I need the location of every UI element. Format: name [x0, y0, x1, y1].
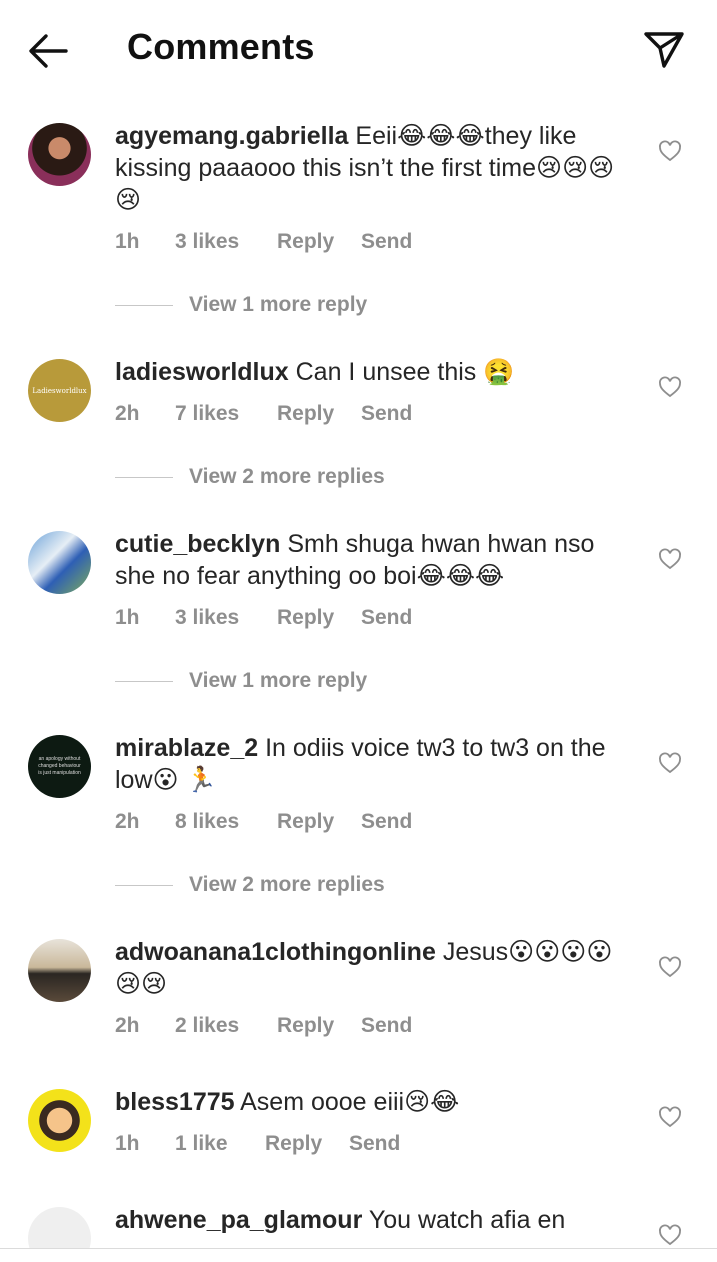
divider	[115, 884, 173, 886]
avatar-quote-text: an apology without changed behaviour is …	[38, 756, 81, 776]
reply-button[interactable]: Reply	[277, 402, 361, 426]
avatar[interactable]	[28, 939, 91, 1002]
heart-icon[interactable]	[658, 548, 682, 572]
avatar[interactable]	[28, 123, 91, 186]
divider	[115, 476, 173, 478]
reply-button[interactable]: Reply	[277, 230, 361, 254]
reply-button[interactable]: Reply	[265, 1132, 349, 1156]
reply-button[interactable]: Reply	[277, 810, 361, 834]
view-replies-button[interactable]: View 2 more replies	[115, 465, 385, 489]
comment-username[interactable]: agyemang.gabriella	[115, 122, 348, 150]
header: Comments	[0, 0, 717, 98]
comment-time: 2h	[115, 810, 140, 833]
direct-send-icon[interactable]	[640, 26, 688, 74]
reply-button[interactable]: Reply	[277, 606, 361, 630]
comment-text: You watch afia en	[368, 1206, 566, 1234]
comment-text: Can I unsee this 🤮	[295, 358, 515, 386]
send-button[interactable]: Send	[361, 230, 412, 254]
comment-time: 2h	[115, 402, 140, 425]
avatar[interactable]	[28, 531, 91, 594]
avatar[interactable]: an apology without changed behaviour is …	[28, 735, 91, 798]
page-title: Comments	[127, 26, 315, 67]
comment-input-bar-edge	[0, 1248, 717, 1262]
comment-likes[interactable]: 7 likes	[175, 402, 277, 426]
heart-icon[interactable]	[658, 956, 682, 980]
send-button[interactable]: Send	[349, 1132, 400, 1156]
comment-username[interactable]: mirablaze_2	[115, 734, 258, 762]
send-button[interactable]: Send	[361, 810, 412, 834]
comment-username[interactable]: bless1775	[115, 1088, 235, 1116]
comment-time: 1h	[115, 606, 140, 629]
back-arrow-icon[interactable]	[26, 28, 72, 74]
heart-icon[interactable]	[658, 376, 682, 400]
comment-username[interactable]: ahwene_pa_glamour	[115, 1206, 362, 1234]
comment-username[interactable]: adwoanana1clothingonline	[115, 938, 436, 966]
heart-icon[interactable]	[658, 1106, 682, 1130]
heart-icon[interactable]	[658, 1224, 682, 1248]
comment-likes[interactable]: 8 likes	[175, 810, 277, 834]
comment-likes[interactable]: 2 likes	[175, 1014, 277, 1038]
comment-time: 1h	[115, 230, 140, 253]
comment-item: ahwene_pa_glamour You watch afia en	[0, 1204, 717, 1248]
comment-username[interactable]: cutie_becklyn	[115, 530, 280, 558]
divider	[115, 680, 173, 682]
comment-likes[interactable]: 3 likes	[175, 606, 277, 630]
comment-likes[interactable]: 3 likes	[175, 230, 277, 254]
view-replies-button[interactable]: View 2 more replies	[115, 873, 385, 897]
reply-button[interactable]: Reply	[277, 1014, 361, 1038]
avatar[interactable]	[28, 1207, 91, 1248]
comment-time: 2h	[115, 1014, 140, 1037]
comment-username[interactable]: ladiesworldlux	[115, 358, 289, 386]
comment-likes[interactable]: 1 like	[175, 1132, 265, 1156]
send-button[interactable]: Send	[361, 402, 412, 426]
divider	[115, 304, 173, 306]
comment-text: Asem oooe eiii😢😂	[240, 1088, 460, 1116]
heart-icon[interactable]	[658, 752, 682, 776]
avatar[interactable]: Ladiesworldlux	[28, 359, 91, 422]
avatar-logo-text: Ladiesworldlux	[32, 386, 87, 395]
avatar[interactable]	[28, 1089, 91, 1152]
view-replies-button[interactable]: View 1 more reply	[115, 669, 367, 693]
view-replies-button[interactable]: View 1 more reply	[115, 293, 367, 317]
send-button[interactable]: Send	[361, 606, 412, 630]
comment-time: 1h	[115, 1132, 140, 1155]
heart-icon[interactable]	[658, 140, 682, 164]
send-button[interactable]: Send	[361, 1014, 412, 1038]
